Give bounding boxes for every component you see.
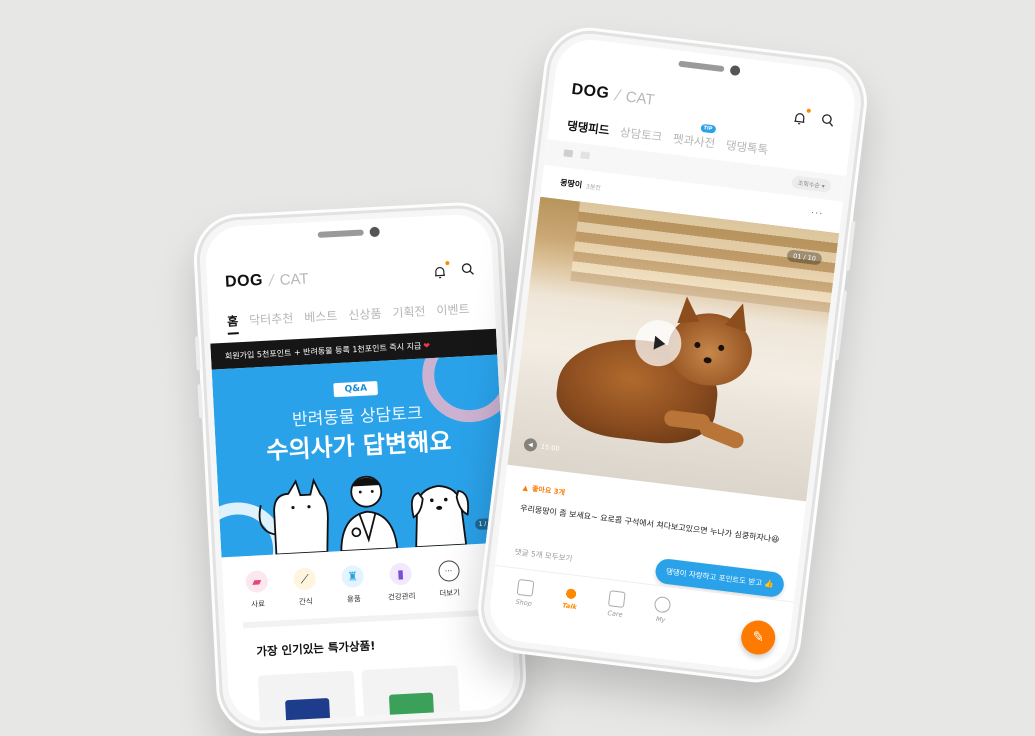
notice-text: 회원가입 5천포인트 + 반려동물 등록 1천포인트 즉시 지급 (224, 341, 422, 361)
grid-view-icon[interactable] (580, 151, 591, 160)
category-label: 용품 (346, 594, 361, 604)
talk-screen: DOG / CAT 댕댕피드 상담토크 TIP 펫과사전 댕댕톡톡 조회수순 ▾… (486, 35, 859, 675)
tab-label: 펫과사전 (672, 131, 716, 151)
tab-best[interactable]: 베스트 (304, 307, 338, 331)
logo-dog[interactable]: DOG (225, 272, 264, 292)
category-label: 사료 (250, 599, 266, 609)
pencil-icon: ✎ (751, 628, 765, 647)
bell-icon[interactable] (792, 108, 812, 126)
logo-separator: / (268, 272, 275, 289)
search-icon[interactable] (460, 260, 475, 280)
section-divider (242, 608, 511, 629)
logo-cat[interactable]: CAT (625, 88, 656, 108)
product-image (285, 697, 332, 724)
tab-consult[interactable]: 상담토크 (619, 124, 663, 145)
phone-side-button (834, 290, 848, 361)
tab-promotion[interactable]: 기획전 (392, 302, 426, 326)
category-health[interactable]: ▮ 건강관리 (376, 562, 426, 603)
profile-icon (653, 595, 672, 614)
nav-my[interactable]: My (637, 594, 686, 626)
post-video[interactable]: 01 / 10 ◀ 15:00 (507, 196, 840, 502)
product-list (257, 665, 462, 724)
home-tabs: 홈 닥터추천 베스트 신상품 기획전 이벤트 (226, 299, 496, 335)
play-icon (653, 335, 667, 351)
tab-doctor-pick[interactable]: 닥터추천 (249, 309, 294, 333)
phone-side-button (194, 336, 201, 371)
tip-badge: TIP (700, 123, 716, 134)
care-icon (607, 590, 626, 608)
view-comments-link[interactable]: 댓글 5개 모두보기 (514, 546, 573, 564)
more-options-icon[interactable]: ··· (810, 208, 824, 220)
heart-icon: ❤ (423, 340, 431, 351)
logo-separator: / (614, 87, 621, 104)
list-view-icon[interactable] (563, 149, 574, 158)
qa-badge: Q&A (333, 380, 379, 398)
tab-home[interactable]: 홈 (226, 312, 239, 335)
category-label: 간식 (298, 596, 314, 607)
category-food[interactable]: ▰ 사료 (232, 569, 282, 610)
logo-cat[interactable]: CAT (279, 270, 309, 288)
category-more[interactable]: ··· 더보기 (424, 559, 474, 600)
section-title: 가장 인기있는 특가상품! (256, 638, 376, 659)
speaker (677, 60, 725, 73)
product-card[interactable] (361, 665, 462, 724)
qa-banner[interactable]: Q&A 반려동물 상담토크 수의사가 답변해요 1 / 6 (211, 354, 508, 558)
home-phone: DOG / CAT 홈 닥터추천 베스트 신상품 기획전 이벤트 회원가입 5천… (191, 200, 529, 736)
product-card[interactable] (257, 670, 358, 724)
product-image (388, 692, 436, 724)
dog-paw (697, 418, 746, 451)
thumbs-up-icon: 👍 (763, 578, 775, 590)
more-icon: ··· (437, 559, 460, 583)
shopping-bag-icon (516, 578, 535, 597)
app-bar: DOG / CAT (224, 258, 475, 295)
nav-shop[interactable]: Shop (500, 577, 549, 609)
likes-count: 좋아요 3개 (531, 484, 566, 497)
emoji-icon: 😆 (770, 534, 780, 545)
phone-side-button (845, 220, 856, 271)
bottle-icon: ♜ (341, 564, 365, 589)
pump-bottle-icon: ▮ (389, 562, 413, 586)
logo-dog[interactable]: DOG (570, 81, 611, 103)
speaker (317, 229, 364, 238)
tab-feed[interactable]: 댕댕피드 (566, 118, 610, 139)
post-caption: 우리몽땅이 좀 보세요~ 요로콤 구석에서 쳐다보고있으면 누나가 심쿵하자나😆 (519, 503, 787, 548)
nav-label: Shop (515, 597, 533, 608)
speaker-icon: ◀ (523, 437, 538, 453)
search-icon[interactable] (820, 111, 836, 132)
nav-label: Talk (561, 601, 578, 612)
post-author[interactable]: 몽땅이 (560, 177, 583, 191)
category-snack[interactable]: ⟋ 간식 (280, 567, 330, 608)
category-label: 건강관리 (387, 591, 416, 602)
nav-talk[interactable]: Talk (546, 583, 595, 613)
video-duration: 15:00 (540, 442, 560, 453)
nav-label: Care (606, 609, 624, 619)
bone-icon: ⟋ (293, 567, 317, 591)
home-screen: DOG / CAT 홈 닥터추천 베스트 신상품 기획전 이벤트 회원가입 5천… (204, 212, 516, 724)
cta-label: 댕댕이 자랑하고 포인트도 받고 (665, 566, 763, 588)
category-label: 더보기 (439, 587, 461, 599)
bell-icon[interactable] (432, 261, 450, 279)
likes-row[interactable]: ▲ 좋아요 3개 (522, 483, 565, 498)
category-menu: ▰ 사료 ⟋ 간식 ♜ 용품 ▮ 건강관리 ··· 더보기 (232, 557, 510, 610)
tab-talk[interactable]: 댕댕톡톡 (725, 137, 769, 158)
nav-label: My (655, 614, 666, 625)
tab-event[interactable]: 이벤트 (436, 300, 470, 324)
tab-new[interactable]: 신상품 (348, 305, 382, 329)
camera (369, 226, 380, 238)
tab-pet-encyclopedia[interactable]: TIP 펫과사전 (672, 123, 716, 152)
vet-and-pets-illustration (258, 475, 469, 556)
talk-phone: DOG / CAT 댕댕피드 상담토크 TIP 펫과사전 댕댕톡톡 조회수순 ▾… (472, 22, 873, 688)
nav-care[interactable]: Care (592, 588, 641, 620)
volume-control[interactable]: ◀ 15:00 (523, 437, 560, 455)
food-bowl-icon: ▰ (245, 569, 269, 594)
caption-text: 우리몽땅이 좀 보세요~ 요로콤 구석에서 쳐다보고있으면 누나가 심쿵하자나 (519, 503, 772, 544)
paw-icon (563, 584, 580, 601)
phone-side-button (197, 384, 204, 419)
category-supplies[interactable]: ♜ 용품 (328, 564, 378, 605)
thumbs-up-icon: ▲ (522, 483, 529, 493)
camera (729, 64, 741, 77)
post-time: 3분전 (585, 183, 602, 192)
